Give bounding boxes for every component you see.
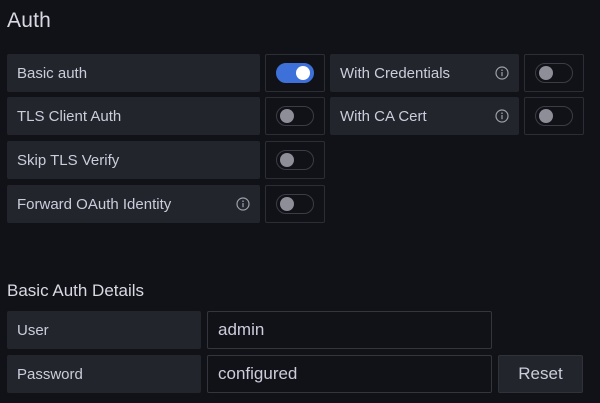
tls-client-auth-toggle-cell [265,97,325,135]
tls-client-auth-toggle-knob [280,109,294,123]
password-input[interactable]: configured [207,355,492,393]
with-credentials-toggle[interactable] [535,63,573,83]
with-ca-cert-toggle-knob [539,109,553,123]
basic-auth-toggle-cell [265,54,325,92]
skip-tls-verify-label-text: Skip TLS Verify [17,151,120,169]
with-credentials-label-text: With Credentials [340,64,451,82]
forward-oauth-toggle-knob [280,197,294,211]
with-ca-cert-label: With CA Cert [330,97,519,135]
basic-auth-label-text: Basic auth [17,64,88,82]
skip-tls-verify-toggle-knob [280,153,294,167]
user-input[interactable]: admin [207,311,492,349]
with-ca-cert-toggle-cell [524,97,584,135]
with-ca-cert-label-text: With CA Cert [340,107,427,125]
basic-auth-details-title: Basic Auth Details [7,281,145,300]
basic-auth-toggle[interactable] [276,63,314,83]
password-label-text: Password [17,365,83,383]
reset-button[interactable]: Reset [498,355,583,393]
skip-tls-verify-toggle-cell [265,141,325,179]
skip-tls-verify-toggle[interactable] [276,150,314,170]
tls-client-auth-label: TLS Client Auth [7,97,260,135]
auth-section-title: Auth [7,9,51,32]
password-label: Password [7,355,201,393]
info-icon[interactable] [495,66,509,80]
forward-oauth-toggle[interactable] [276,194,314,214]
with-credentials-toggle-cell [524,54,584,92]
with-credentials-toggle-knob [539,66,553,80]
with-ca-cert-toggle[interactable] [535,106,573,126]
user-label: User [7,311,201,349]
info-icon[interactable] [236,197,250,211]
basic-auth-label: Basic auth [7,54,260,92]
auth-settings-panel: Auth Basic auth With Credentials TLS Cli… [0,0,600,403]
basic-auth-toggle-knob [296,66,310,80]
tls-client-auth-toggle[interactable] [276,106,314,126]
user-label-text: User [17,321,49,339]
forward-oauth-toggle-cell [265,185,325,223]
tls-client-auth-label-text: TLS Client Auth [17,107,122,125]
with-credentials-label: With Credentials [330,54,519,92]
forward-oauth-label: Forward OAuth Identity [7,185,260,223]
skip-tls-verify-label: Skip TLS Verify [7,141,260,179]
info-icon[interactable] [495,109,509,123]
forward-oauth-label-text: Forward OAuth Identity [17,195,172,213]
